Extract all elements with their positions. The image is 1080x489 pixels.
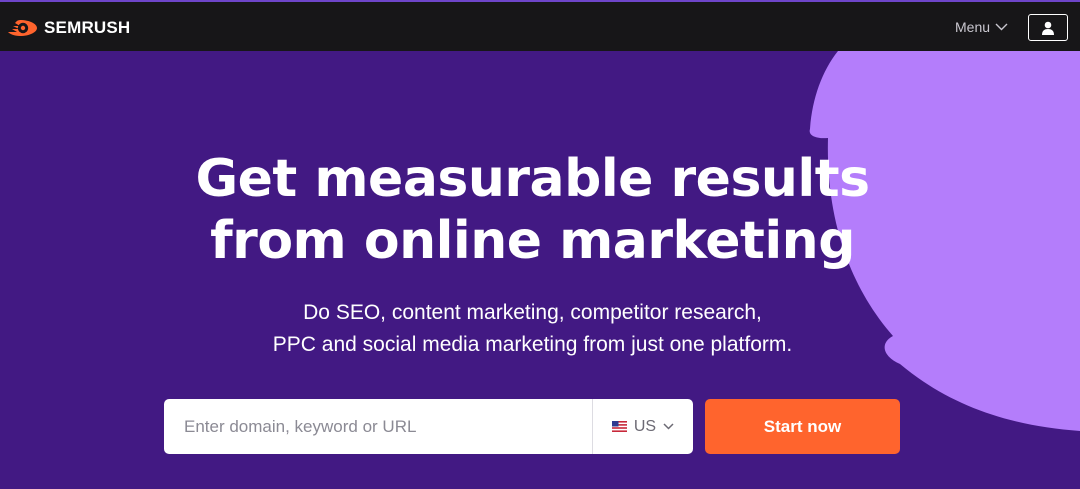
top-navigation-bar: SEMRUSH Menu [0,0,1080,51]
us-flag-icon [611,421,627,432]
subheadline-line-1: Do SEO, content marketing, competitor re… [303,301,762,324]
search-form: US [164,399,693,454]
search-input[interactable] [164,399,592,454]
user-account-button[interactable] [1028,14,1068,41]
database-select[interactable]: US [592,399,693,454]
hero-headline: Get measurable results from online marke… [140,148,925,272]
logo-wordmark: SEMRUSH [44,18,131,37]
chevron-down-icon [995,23,1008,31]
headline-line-1: Get measurable results [195,149,870,209]
semrush-logo[interactable]: SEMRUSH [8,16,130,40]
hero-subheadline: Do SEO, content marketing, competitor re… [140,297,925,361]
user-icon [1042,21,1054,35]
semrush-flame-icon [8,20,37,36]
database-label: US [633,417,657,435]
headline-line-2: from online marketing [210,211,855,271]
menu-label: Menu [955,19,991,35]
start-now-button[interactable]: Start now [705,399,900,454]
subheadline-line-2: PPC and social media marketing from just… [272,333,793,356]
menu-button[interactable]: Menu [955,19,1008,35]
chevron-down-icon [663,423,674,430]
